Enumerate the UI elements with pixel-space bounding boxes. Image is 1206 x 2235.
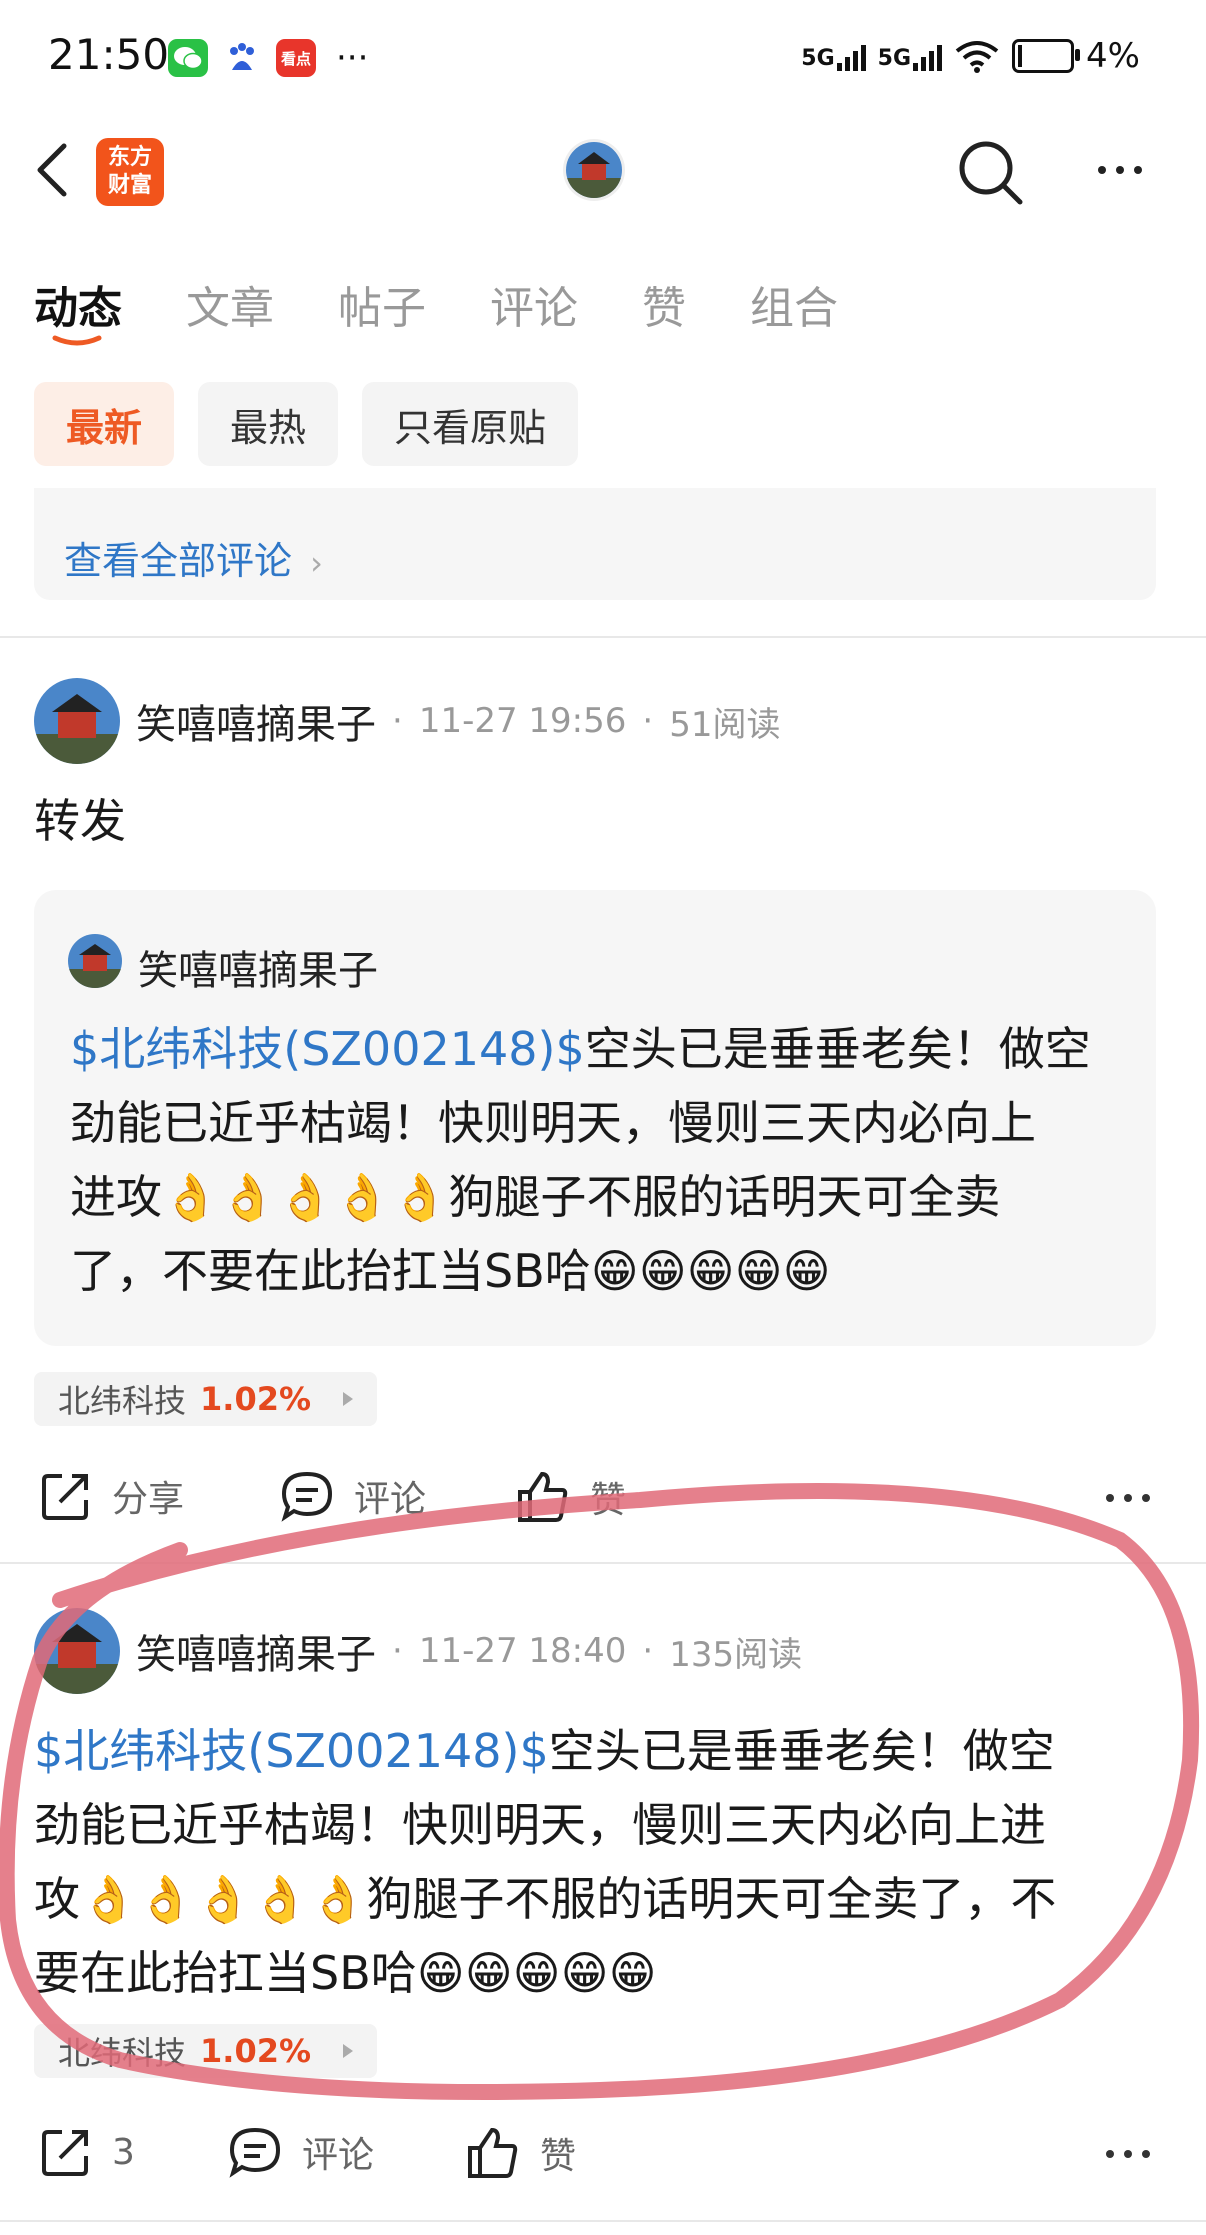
tab-articles[interactable]: 文章: [186, 272, 274, 336]
post-time: 11-27 18:40: [418, 1631, 627, 1671]
comment-label: 评论: [354, 1479, 427, 1520]
quote-line: 进攻👌👌👌👌👌狗腿子不服的话明天可全卖: [70, 1170, 1001, 1224]
filter-original[interactable]: 只看原贴: [362, 382, 579, 466]
share-button[interactable]: 3: [40, 2126, 135, 2178]
stock-tag-change: 1.02%: [200, 2032, 312, 2070]
share-button[interactable]: 分享: [40, 1470, 184, 1522]
view-all-comments-link[interactable]: 查看全部评论 ›: [64, 530, 323, 585]
status-indicators: 5G 5G 4%: [801, 36, 1140, 76]
chevron-right-icon: ›: [310, 544, 323, 582]
back-icon[interactable]: [32, 140, 72, 200]
post-reads: 51阅读: [669, 704, 781, 745]
status-time: 21:50: [48, 30, 170, 79]
filter-latest[interactable]: 最新: [34, 382, 175, 466]
eastmoney-logo[interactable]: 东方 财富: [96, 138, 164, 206]
share-icon: [42, 2130, 88, 2176]
share-label: 分享: [112, 1479, 185, 1520]
stock-tag-name: 北纬科技: [58, 1382, 187, 1420]
network-type-2: 5G: [877, 46, 912, 71]
post-text[interactable]: $北纬科技(SZ002148)$空头已是垂垂老矣！做空 劲能已近乎枯竭！快则明天…: [34, 1714, 1174, 2010]
post-author[interactable]: 笑嘻嘻摘果子: [136, 1622, 376, 1680]
comment-icon: [281, 1471, 333, 1522]
post-text[interactable]: 转发: [34, 784, 126, 858]
tab-comments[interactable]: 评论: [490, 272, 578, 336]
thumbs-up-icon: [518, 1471, 568, 1522]
logo-text-1: 东方: [107, 145, 152, 170]
post-header: 笑嘻嘻摘果子 · 11-27 19:56 · 51阅读: [136, 692, 780, 750]
filter-bar: 最新 最热 只看原贴: [34, 382, 579, 466]
user-avatar[interactable]: [566, 142, 622, 198]
stock-tag[interactable]: 北纬科技 1.02%: [34, 2024, 378, 2078]
tab-portfolio[interactable]: 组合: [750, 272, 838, 336]
network-type: 5G: [801, 46, 835, 71]
post-line: 攻👌👌👌👌👌狗腿子不服的话明天可全卖了，不: [34, 1872, 1057, 1926]
quote-avatar: [68, 934, 122, 988]
post-avatar[interactable]: [34, 678, 120, 764]
play-arrow-icon: [343, 2044, 354, 2058]
stock-link[interactable]: $北纬科技(SZ002148)$: [34, 1724, 549, 1778]
wifi-icon: [955, 41, 999, 73]
play-arrow-icon: [343, 1392, 354, 1406]
quote-author[interactable]: 笑嘻嘻摘果子: [138, 938, 378, 996]
baidu-icon: [222, 39, 262, 77]
view-all-label: 查看全部评论: [64, 539, 293, 583]
battery-text: 4%: [1086, 36, 1140, 76]
tab-likes[interactable]: 赞: [642, 272, 686, 336]
signal-icon-2: 5G: [877, 41, 943, 71]
logo-text-2: 财富: [107, 173, 152, 198]
post-header: 笑嘻嘻摘果子 · 11-27 18:40 · 135阅读: [136, 1622, 802, 1680]
divider: [0, 2220, 1206, 2222]
search-icon[interactable]: [954, 136, 1026, 208]
more-options-icon[interactable]: [1090, 148, 1150, 192]
comment-label: 评论: [302, 2135, 375, 2176]
like-label: 赞: [590, 1480, 627, 1521]
like-button[interactable]: 赞: [466, 2126, 576, 2180]
quote-line: 了，不要在此抬扛当SB哈😁😁😁😁😁: [70, 1244, 831, 1298]
divider: [0, 636, 1206, 638]
stock-tag-change: 1.02%: [200, 1380, 312, 1418]
share-count: 3: [112, 2131, 135, 2173]
status-more: ···: [336, 38, 369, 78]
post-line: 空头已是垂垂老矣！做空: [548, 1724, 1055, 1778]
status-app-icons: 看点 ···: [168, 38, 368, 78]
comment-button[interactable]: 评论: [280, 1470, 426, 1522]
filter-hot[interactable]: 最热: [198, 382, 339, 466]
thumbs-up-icon: [468, 2127, 518, 2178]
comment-icon: [229, 2127, 281, 2178]
stock-tag-name: 北纬科技: [58, 2034, 187, 2072]
post-line: 要在此抬扛当SB哈😁😁😁😁😁: [34, 1946, 657, 2000]
wechat-icon: [168, 39, 208, 77]
post-more-icon[interactable]: [1106, 1494, 1150, 1502]
post-author[interactable]: 笑嘻嘻摘果子: [136, 692, 376, 750]
battery-icon: [1012, 39, 1081, 73]
like-button[interactable]: 赞: [516, 1470, 626, 1524]
tab-posts[interactable]: 帖子: [338, 272, 426, 336]
comment-button[interactable]: 评论: [228, 2126, 374, 2178]
share-icon: [42, 1474, 88, 1520]
tab-dynamic[interactable]: 动态: [34, 272, 122, 336]
post-time: 11-27 19:56: [418, 701, 627, 741]
quote-line: 劲能已近乎枯竭！快则明天，慢则三天内必向上: [70, 1096, 1036, 1150]
active-tab-indicator: [52, 335, 102, 346]
profile-tabs: 动态 文章 帖子 评论 赞 组合: [34, 272, 902, 336]
stock-link[interactable]: $北纬科技(SZ002148)$: [70, 1022, 585, 1076]
divider: [0, 1562, 1206, 1564]
post-line: 劲能已近乎枯竭！快则明天，慢则三天内必向上进: [34, 1798, 1046, 1852]
signal-icon: 5G: [801, 41, 866, 71]
quote-line: 空头已是垂垂老矣！做空: [584, 1022, 1091, 1076]
post-more-icon[interactable]: [1106, 2150, 1150, 2158]
stock-tag[interactable]: 北纬科技 1.02%: [34, 1372, 378, 1426]
quote-text: $北纬科技(SZ002148)$空头已是垂垂老矣！做空 劲能已近乎枯竭！快则明天…: [70, 1012, 1140, 1308]
post-reads: 135阅读: [669, 1634, 803, 1675]
post-avatar[interactable]: [34, 1608, 120, 1694]
kandian-icon: 看点: [276, 39, 316, 77]
like-label: 赞: [540, 2136, 577, 2177]
